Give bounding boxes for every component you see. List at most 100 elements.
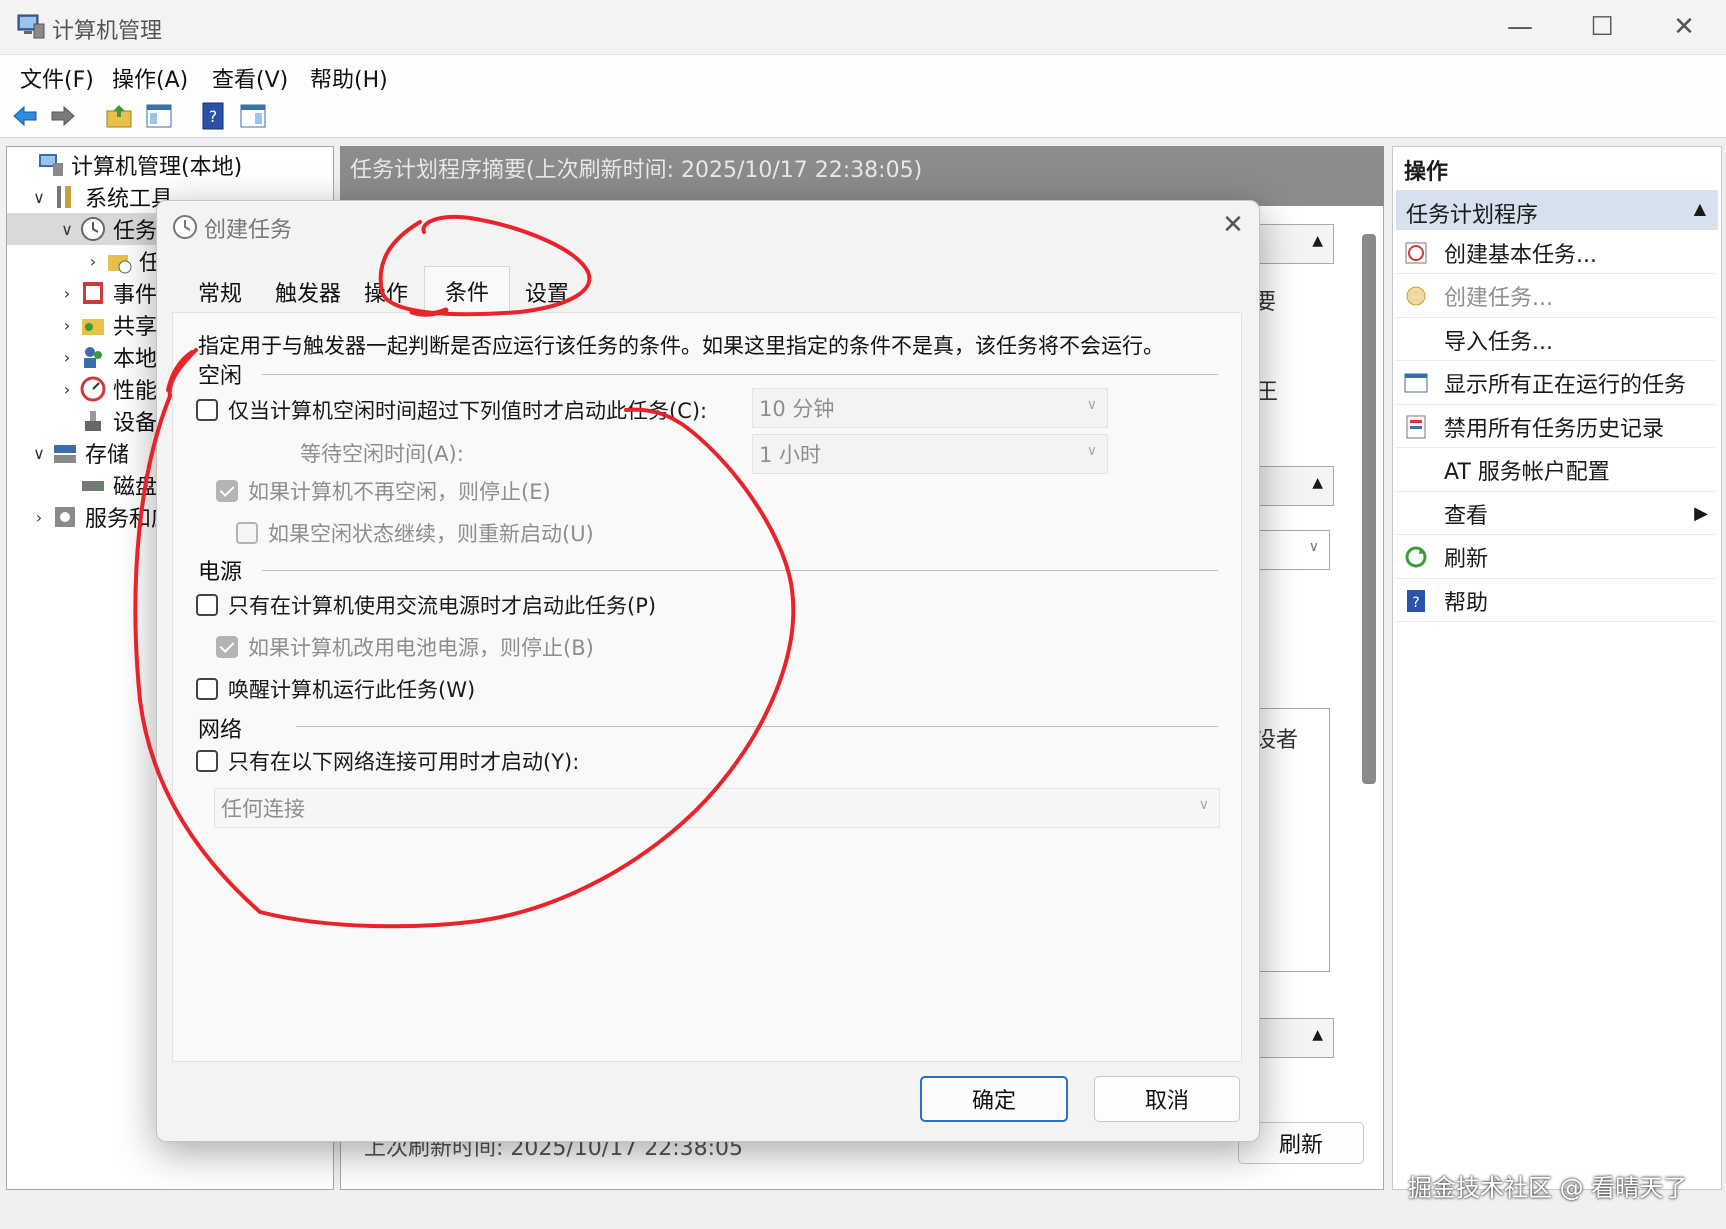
action-item[interactable]: 导入任务... bbox=[1396, 319, 1718, 361]
maximize-button[interactable]: ☐ bbox=[1562, 0, 1642, 54]
chevron-right-icon[interactable]: › bbox=[81, 252, 105, 271]
tab-actions[interactable]: 操作 bbox=[346, 272, 426, 312]
chevron-right-icon[interactable]: › bbox=[55, 284, 79, 303]
tree-item-label: 事件 bbox=[113, 283, 158, 308]
start-only-if-idle-checkbox[interactable] bbox=[196, 399, 218, 421]
chevron-down-icon[interactable]: ∨ bbox=[27, 444, 51, 463]
restart-if-idle-checkbox[interactable] bbox=[236, 522, 258, 544]
chevron-down-icon[interactable]: ∨ bbox=[27, 188, 51, 207]
wake-to-run-checkbox[interactable] bbox=[196, 678, 218, 700]
start-only-if-idle-label: 仅当计算机空闲时间超过下列值时才启动此任务(C): bbox=[228, 399, 708, 423]
minimize-button[interactable]: — bbox=[1480, 0, 1560, 54]
action-pane-icon bbox=[240, 104, 266, 128]
action-section-task-scheduler[interactable]: 任务计划程序 ▲ bbox=[1396, 190, 1718, 230]
chevron-down-icon[interactable]: ∨ bbox=[55, 220, 79, 239]
action-item-label: 查看 bbox=[1444, 503, 1489, 529]
network-group-label: 网络 bbox=[198, 718, 243, 743]
action-item[interactable]: 显示所有正在运行的任务 bbox=[1396, 363, 1718, 405]
tree-item-label: 计算机管理(本地) bbox=[71, 155, 243, 180]
watermark: 掘金技术社区 @ 看晴天了 bbox=[1408, 1174, 1688, 1202]
collapse-triangle-icon: ▲ bbox=[1693, 199, 1706, 218]
tree-item-label: 任务 bbox=[113, 219, 158, 244]
ac-power-only-option[interactable]: 只有在计算机使用交流电源时才启动此任务(P) bbox=[196, 590, 656, 620]
action-item[interactable]: ? 帮助 bbox=[1396, 580, 1718, 622]
tab-triggers[interactable]: 触发器 bbox=[262, 272, 354, 312]
tree-item-label: 性能 bbox=[113, 379, 158, 404]
window-title: 计算机管理 bbox=[52, 19, 163, 44]
tab-general[interactable]: 常规 bbox=[174, 272, 266, 312]
back-button[interactable] bbox=[8, 99, 42, 133]
clock-icon bbox=[172, 214, 198, 240]
chevron-right-icon[interactable]: › bbox=[27, 508, 51, 527]
stop-if-not-idle-option[interactable]: 如果计算机不再空闲，则停止(E) bbox=[216, 476, 551, 506]
ok-button[interactable]: 确定 bbox=[920, 1076, 1068, 1122]
show-hide-tree-button[interactable] bbox=[142, 99, 176, 133]
section-collapse-3[interactable]: ▲ bbox=[1250, 1018, 1334, 1058]
section-collapse-1[interactable]: ▲ bbox=[1250, 224, 1334, 264]
create-basic-task-icon bbox=[1396, 240, 1436, 266]
close-window-button[interactable]: ✕ bbox=[1644, 0, 1724, 54]
tree-item-label: 本地 bbox=[113, 347, 158, 372]
svg-text:?: ? bbox=[209, 107, 218, 126]
network-connection-select[interactable]: 任何连接 ∨ bbox=[214, 788, 1220, 828]
chevron-right-icon[interactable]: › bbox=[55, 348, 79, 367]
menu-action[interactable]: 操作(A) bbox=[112, 62, 188, 94]
action-pane-header: 操作 bbox=[1404, 160, 1449, 185]
action-item[interactable]: 创建基本任务... bbox=[1396, 232, 1718, 274]
center-scrollbar[interactable] bbox=[1362, 234, 1376, 784]
action-item[interactable]: AT 服务帐户配置 bbox=[1396, 450, 1718, 492]
idle-duration-select[interactable]: 10 分钟 ∨ bbox=[752, 388, 1108, 428]
event-viewer-icon bbox=[79, 279, 107, 307]
forward-button[interactable] bbox=[46, 99, 80, 133]
wake-to-run-label: 唤醒计算机运行此任务(W) bbox=[228, 678, 476, 702]
up-folder-button[interactable] bbox=[102, 99, 136, 133]
menu-help[interactable]: 帮助(H) bbox=[310, 62, 388, 94]
network-available-option[interactable]: 只有在以下网络连接可用时才启动(Y): bbox=[196, 746, 579, 776]
tab-settings[interactable]: 设置 bbox=[510, 272, 584, 312]
storage-icon bbox=[51, 439, 79, 467]
show-hide-action-pane-button[interactable] bbox=[236, 99, 270, 133]
start-only-if-idle-option[interactable]: 仅当计算机空闲时间超过下列值时才启动此任务(C): bbox=[196, 395, 707, 425]
running-tasks-icon bbox=[1396, 370, 1436, 396]
computer-management-icon bbox=[37, 151, 65, 179]
menu-view[interactable]: 查看(V) bbox=[212, 62, 288, 94]
ac-power-only-checkbox[interactable] bbox=[196, 594, 218, 616]
conditions-description: 指定用于与触发器一起判断是否应运行该任务的条件。如果这里指定的条件不是真，该任务… bbox=[198, 334, 1164, 358]
action-item[interactable]: 查看 ▶ bbox=[1396, 493, 1718, 535]
tab-conditions[interactable]: 条件 bbox=[424, 266, 510, 314]
idle-group-divider bbox=[262, 374, 1218, 375]
restart-if-idle-option[interactable]: 如果空闲状态继续，则重新启动(U) bbox=[236, 518, 594, 548]
action-item[interactable]: 创建任务... bbox=[1396, 276, 1718, 318]
cancel-button[interactable]: 取消 bbox=[1094, 1076, 1240, 1122]
idle-duration-value: 10 分钟 bbox=[759, 397, 835, 421]
summary-dropdown[interactable]: ∨ bbox=[1250, 530, 1330, 570]
tree-item-label: 设备 bbox=[113, 411, 158, 436]
toolbar-help-button[interactable]: ? bbox=[196, 99, 230, 133]
network-group-divider bbox=[296, 726, 1218, 727]
action-section-label: 任务计划程序 bbox=[1406, 203, 1539, 228]
stop-on-battery-option[interactable]: 如果计算机改用电池电源，则停止(B) bbox=[216, 632, 594, 662]
chevron-down-icon: ∨ bbox=[1198, 797, 1209, 813]
wake-to-run-option[interactable]: 唤醒计算机运行此任务(W) bbox=[196, 674, 475, 704]
tree-item-label: 存储 bbox=[85, 443, 130, 468]
stop-if-not-idle-checkbox[interactable] bbox=[216, 480, 238, 502]
close-icon: ✕ bbox=[1673, 12, 1695, 42]
section-collapse-2[interactable]: ▲ bbox=[1250, 466, 1334, 506]
action-item[interactable]: 刷新 bbox=[1396, 537, 1718, 579]
tree-item[interactable]: 计算机管理(本地) bbox=[7, 149, 333, 181]
folder-up-icon bbox=[106, 105, 132, 128]
svg-text:?: ? bbox=[1412, 595, 1419, 611]
action-item-label: 创建任务... bbox=[1444, 286, 1553, 311]
network-available-label: 只有在以下网络连接可用时才启动(Y): bbox=[228, 750, 580, 774]
chevron-right-icon[interactable]: › bbox=[55, 316, 79, 335]
menu-file[interactable]: 文件(F) bbox=[20, 62, 94, 94]
action-item[interactable]: 禁用所有任务历史记录 bbox=[1396, 406, 1718, 448]
stop-on-battery-checkbox[interactable] bbox=[216, 636, 238, 658]
chevron-right-icon[interactable]: › bbox=[55, 380, 79, 399]
network-available-checkbox[interactable] bbox=[196, 750, 218, 772]
wait-idle-select[interactable]: 1 小时 ∨ bbox=[752, 434, 1108, 474]
stop-on-battery-label: 如果计算机改用电池电源，则停止(B) bbox=[248, 636, 594, 660]
ac-power-only-label: 只有在计算机使用交流电源时才启动此任务(P) bbox=[228, 594, 657, 618]
dialog-close-button[interactable]: ✕ bbox=[1214, 206, 1252, 244]
task-history-icon bbox=[1396, 414, 1436, 440]
